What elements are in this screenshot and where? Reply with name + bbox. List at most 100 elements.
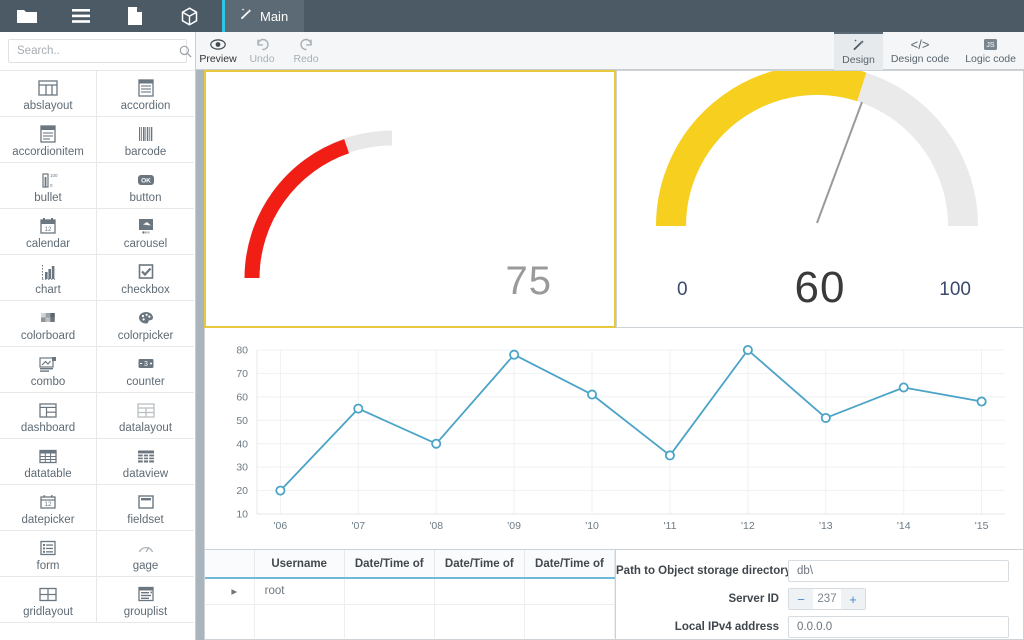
- sidebar-item-datatable[interactable]: datatable: [0, 439, 97, 485]
- sidebar-item-datalayout[interactable]: datalayout: [97, 393, 194, 439]
- redo-icon: [299, 36, 314, 52]
- column-header[interactable]: Date/Time of: [524, 550, 615, 579]
- tab-main[interactable]: Main: [222, 0, 305, 32]
- sidebar-item-button[interactable]: OK button: [97, 163, 194, 209]
- sidebar-item-checkbox[interactable]: checkbox: [97, 255, 194, 301]
- row-expander[interactable]: ▸: [205, 578, 255, 605]
- column-header[interactable]: Date/Time of: [434, 550, 525, 579]
- accordionitem-icon: [38, 121, 58, 143]
- sidebar-item-label: carousel: [123, 237, 168, 250]
- table-row[interactable]: ▸ root: [205, 578, 615, 605]
- sidebar-item-label: datepicker: [21, 513, 75, 526]
- sidebar-item-carousel[interactable]: carousel: [97, 209, 194, 255]
- datatable: Username Date/Time of Date/Time of Date/Tim…: [205, 550, 615, 638]
- column-header[interactable]: Date/Time of: [344, 550, 435, 579]
- eye-icon: [210, 36, 226, 52]
- settings-form-panel[interactable]: Path to Object storage directory db\ Ser…: [616, 550, 1024, 640]
- sidebar-item-datepicker[interactable]: 12 datepicker: [0, 485, 97, 531]
- svg-text:40: 40: [236, 438, 248, 450]
- sidebar-item-fieldset[interactable]: fieldset: [97, 485, 194, 531]
- undo-button[interactable]: Undo: [240, 32, 284, 70]
- mode-design[interactable]: Design: [834, 32, 883, 70]
- sidebar-item-dataview[interactable]: dataview: [97, 439, 194, 485]
- sidebar-item-colorboard[interactable]: colorboard: [0, 301, 97, 347]
- folder-icon[interactable]: [0, 0, 54, 32]
- fieldset-icon: [136, 489, 156, 511]
- form-icon: [38, 535, 58, 557]
- sidebar-item-label: abslayout: [23, 99, 73, 112]
- mode-design-code[interactable]: </> Design code: [883, 32, 957, 70]
- sidebar-item-gridlayout[interactable]: gridlayout: [0, 577, 97, 623]
- preview-button[interactable]: Preview: [196, 32, 240, 70]
- sidebar-item-barcode[interactable]: barcode: [97, 117, 194, 163]
- search-icon[interactable]: [179, 45, 195, 58]
- svg-text:10: 10: [236, 509, 248, 521]
- sidebar-item-colorpicker[interactable]: colorpicker: [97, 301, 194, 347]
- form-row-ipv4: Local IPv4 address 0.0.0.0: [616, 616, 1009, 638]
- design-canvas[interactable]: 75 0 60 100 10 20 30 40 50 60 70 80 '06 '07 '08 '09…: [196, 64, 1024, 640]
- sidebar-item-label: dataview: [122, 467, 169, 480]
- ipv4-input[interactable]: 0.0.0.0: [788, 616, 1009, 638]
- sidebar-item-combo[interactable]: combo: [0, 347, 97, 393]
- datatable-panel[interactable]: Username Date/Time of Date/Time of Date/Tim…: [204, 550, 616, 640]
- menu-icon[interactable]: [54, 0, 108, 32]
- sidebar-item-gage[interactable]: gage: [97, 531, 194, 577]
- cell-empty: [254, 604, 345, 638]
- accordion-icon: [136, 75, 156, 97]
- preview-label: Preview: [199, 53, 237, 65]
- sidebar-item-label: datatable: [24, 467, 72, 480]
- redo-button[interactable]: Redo: [284, 32, 328, 70]
- sidebar-item-bullet[interactable]: 100 0 bullet: [0, 163, 97, 209]
- sidebar-item-dashboard[interactable]: dashboard: [0, 393, 97, 439]
- sidebar-item-counter[interactable]: 3 counter: [97, 347, 194, 393]
- column-header[interactable]: [205, 550, 255, 579]
- dataview-icon: [136, 443, 156, 465]
- sidebar-item-accordion[interactable]: accordion: [97, 71, 194, 117]
- sidebar-item-chart[interactable]: chart: [0, 255, 97, 301]
- stepper-minus-button[interactable]: −: [789, 589, 813, 609]
- svg-text:100: 100: [50, 173, 58, 178]
- radial-gauge-panel[interactable]: 0 60 100: [616, 64, 1024, 328]
- radial-gauge-value: 60: [794, 263, 846, 312]
- svg-text:JS: JS: [987, 42, 996, 49]
- mode-logic-code-label: Logic code: [965, 53, 1016, 65]
- search-box[interactable]: [8, 39, 192, 63]
- column-header[interactable]: Username: [254, 550, 345, 579]
- svg-text:'11: '11: [664, 520, 677, 532]
- sidebar-item-label: barcode: [124, 145, 167, 158]
- code-icon: </>: [910, 37, 930, 52]
- bullet-icon: 100 0: [38, 167, 58, 189]
- datepicker-icon: 12: [38, 489, 58, 511]
- file-icon[interactable]: [108, 0, 162, 32]
- sidebar-item-abslayout[interactable]: abslayout: [0, 71, 97, 117]
- sidebar-item-calendar[interactable]: 12 calendar: [0, 209, 97, 255]
- bullet-gauge-panel[interactable]: 75: [204, 70, 616, 328]
- sidebar-item-accordionitem[interactable]: accordionitem: [0, 117, 97, 163]
- storage-path-label: Path to Object storage directory: [616, 565, 792, 577]
- server-id-stepper[interactable]: − 237 +: [788, 588, 866, 610]
- sidebar-item-label: fieldset: [127, 513, 164, 526]
- canvas-resize-handle[interactable]: [196, 70, 204, 640]
- package-icon[interactable]: [162, 0, 216, 32]
- sidebar-item-label: colorboard: [20, 329, 76, 342]
- undo-icon: [255, 36, 270, 52]
- calendar-icon: 12: [38, 213, 58, 235]
- search-input[interactable]: [9, 40, 179, 62]
- gauge-row: 75 0 60 100: [204, 64, 1024, 328]
- line-chart-panel[interactable]: 10 20 30 40 50 60 70 80 '06 '07 '08 '09 '10 '11 '12 '13…: [204, 328, 1024, 550]
- sidebar-item-form[interactable]: form: [0, 531, 97, 577]
- svg-text:30: 30: [236, 462, 248, 474]
- svg-text:0: 0: [50, 183, 53, 188]
- storage-path-input[interactable]: db\: [788, 560, 1009, 582]
- server-id-value[interactable]: 237: [813, 589, 841, 609]
- cell-username: root: [254, 578, 345, 605]
- sidebar-item-label: accordion: [120, 99, 171, 112]
- svg-text:80: 80: [236, 345, 248, 357]
- sidebar-item-grouplist[interactable]: grouplist: [97, 577, 194, 623]
- sidebar-item-label: colorpicker: [117, 329, 174, 342]
- mode-logic-code[interactable]: JS Logic code: [957, 32, 1024, 70]
- gage-icon: [136, 535, 156, 557]
- svg-text:12: 12: [45, 227, 52, 233]
- stepper-plus-button[interactable]: +: [841, 589, 865, 609]
- counter-icon: 3: [136, 351, 156, 373]
